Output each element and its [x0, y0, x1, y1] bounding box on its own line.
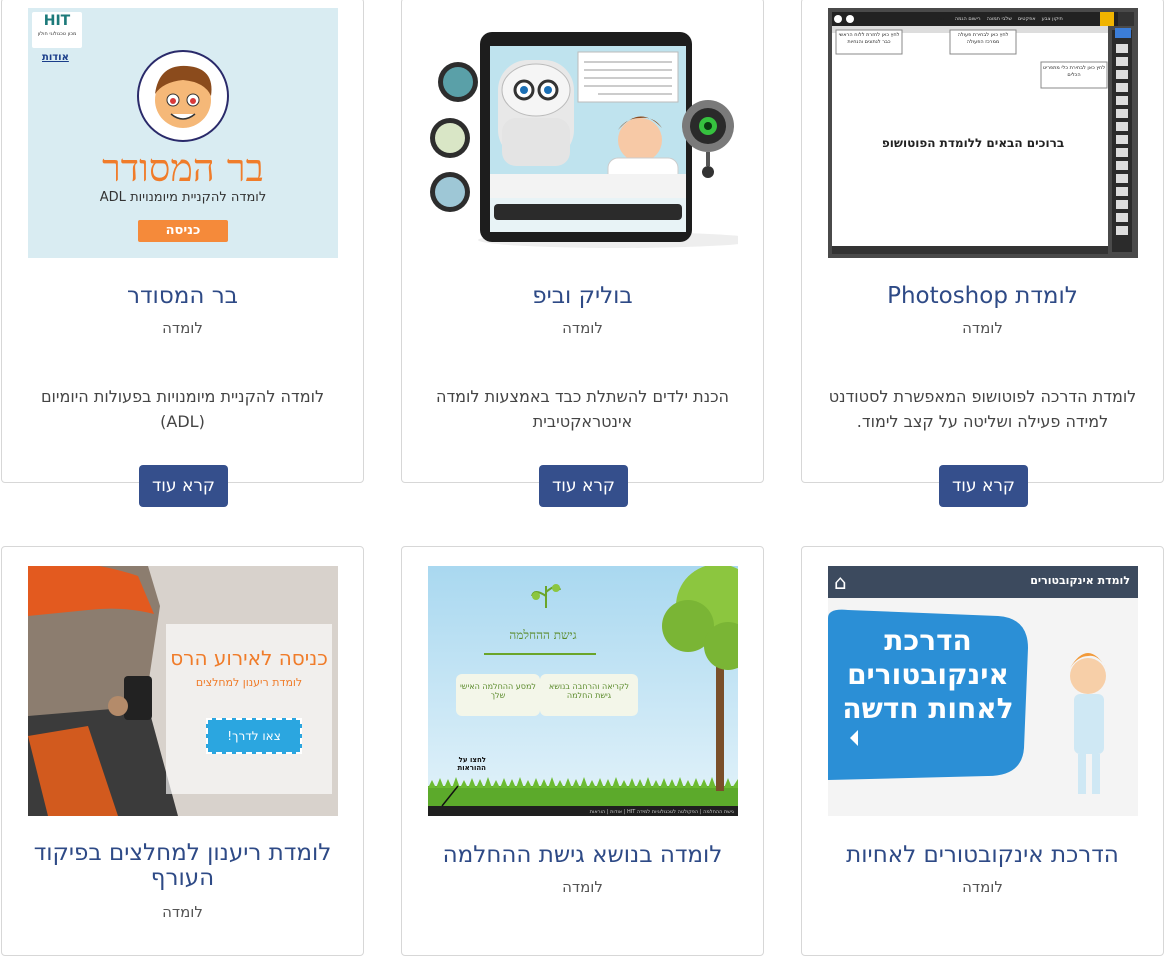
course-type: לומדה: [962, 319, 1003, 337]
recovery-journey-box[interactable]: למסע ההחלמה האישי שלך: [456, 674, 540, 716]
tab-drawing: רישום הגמה: [954, 16, 981, 22]
home-icon[interactable]: ⌂: [834, 570, 847, 594]
course-thumbnail[interactable]: ברוכים הבאים ללומדת הפוטושופ ראשי רישום …: [828, 8, 1138, 258]
hit-logo-subtext: מכון טכנולוגי חולון: [37, 31, 77, 37]
rescue-subheading: לומדת ריענון למחלצים: [195, 676, 303, 689]
robot-tablet-image: [430, 32, 738, 248]
course-card-bolik-bip: בוליק וביפ לומדה הכנת ילדים להשתלת כבד ב…: [401, 0, 764, 507]
course-card-photoshop: ברוכים הבאים ללומדת הפוטושופ ראשי רישום …: [801, 0, 1164, 507]
tab-main: ראשי: [938, 16, 949, 22]
bar-hamesudar-heading: בר המסודר: [102, 146, 264, 190]
course-type: לומדה: [962, 878, 1003, 896]
course-title[interactable]: בוליק וביפ: [402, 282, 763, 310]
course-card-rescue: כניסה לאירוע הרס לומדת ריענון למחלצים צא…: [1, 546, 364, 956]
recovery-reading-box[interactable]: לקריאה והרחבה בנושא גישת החלמה: [540, 674, 638, 716]
rescue-start-button[interactable]: צאו לדרך!: [206, 718, 302, 754]
instructions-hint: לחצו על ההוראות: [457, 756, 486, 772]
read-more-button[interactable]: קרא עוד: [539, 465, 628, 507]
course-title[interactable]: בר המסודר: [2, 282, 363, 310]
callout-3: לחץ כאן לבחירת כלי מתפריט הכלים: [1042, 65, 1106, 78]
course-description: לומדת הדרכה לפוטושופ המאפשרת לסטודנט למי…: [828, 387, 1137, 431]
recovery-footer: גישת ההחלמה | הפקולטה לטכנולוגיות למידה …: [589, 809, 734, 815]
course-card-bar-hamesudar: HIT מכון טכנולוגי חולון אודות בר המסודר …: [1, 0, 364, 507]
read-more-button[interactable]: קרא עוד: [939, 465, 1028, 507]
incubator-heading-line-1: הדרכת: [884, 624, 972, 657]
callout-1: לחץ כאן לחזרת ללוח הראשי כבר לנתונים והנ…: [838, 32, 900, 45]
course-type: לומדה: [562, 319, 603, 337]
hit-logo-text: HIT: [43, 13, 71, 29]
incubator-heading-line-3: לאחות חדשה: [842, 692, 1014, 725]
course-thumbnail[interactable]: [428, 8, 738, 258]
rescue-info-panel: כניסה לאירוע הרס לומדת ריענון למחלצים צא…: [166, 624, 332, 794]
course-description: לומדה להקניית מיומנויות בפעולות היומיום …: [40, 387, 325, 431]
rescue-heading: כניסה לאירוע הרס: [170, 646, 328, 670]
incubator-header-bar: ⌂ לומדת אינקובטורים: [828, 566, 1138, 598]
read-more-button[interactable]: קרא עוד: [139, 465, 228, 507]
photoshop-tab-bar: ראשי רישום הגמה שלבי תמונה אפקטים תיקון …: [938, 13, 1118, 25]
course-title[interactable]: לומדת Photoshop: [802, 282, 1163, 310]
photoshop-welcome-heading: ברוכים הבאים ללומדת הפוטושופ: [881, 136, 1065, 150]
course-description: הכנת ילדים להשתלת כבד באמצעות לומדה אינט…: [435, 387, 730, 431]
tab-image-steps: שלבי תמונה: [986, 16, 1012, 22]
enter-button[interactable]: כניסה: [138, 220, 228, 242]
incubator-header-title: לומדת אינקובטורים: [1030, 574, 1130, 587]
course-title[interactable]: לומדה בנושא גישת ההחלמה: [402, 841, 763, 869]
bar-hamesudar-subheading: לומדה להקניית מיומנויות ADL: [99, 190, 267, 205]
tab-effects: אפקטים: [1017, 16, 1036, 22]
course-type: לומדה: [162, 319, 203, 337]
course-thumbnail[interactable]: גישת ההחלמה לקריאה והרחבה בנושא גישת החל…: [428, 566, 738, 816]
callout-2: לחץ כאן לבחירת פעולה ממרכז הפעולה: [957, 32, 1009, 45]
hit-logo: HIT מכון טכנולוגי חולון: [32, 12, 82, 48]
course-card-incubators: ⌂ לומדת אינקובטורים הדרכת אינקובטורים לא…: [801, 546, 1164, 956]
course-thumbnail[interactable]: ⌂ לומדת אינקובטורים הדרכת אינקובטורים לא…: [828, 566, 1138, 816]
incubator-heading-line-2: אינקובטורים: [847, 658, 1009, 691]
tab-color-fix: תיקון צבע: [1041, 16, 1063, 22]
course-type: לומדה: [162, 903, 203, 921]
boy-avatar-image: [137, 50, 229, 142]
course-type: לומדה: [562, 878, 603, 896]
course-title[interactable]: הדרכת אינקובטורים לאחיות: [802, 841, 1163, 869]
incubator-heading: הדרכת אינקובטורים לאחות חדשה: [828, 624, 1028, 726]
recovery-logo-text: גישת ההחלמה: [509, 628, 577, 642]
course-card-recovery: גישת ההחלמה לקריאה והרחבה בנושא גישת החל…: [401, 546, 764, 956]
course-title[interactable]: לומדת ריענון למחלצים בפיקוד העורף: [2, 841, 363, 891]
course-grid: ברוכים הבאים ללומדת הפוטושופ ראשי רישום …: [0, 0, 1165, 956]
course-thumbnail[interactable]: HIT מכון טכנולוגי חולון אודות בר המסודר …: [28, 8, 338, 258]
course-thumbnail[interactable]: כניסה לאירוע הרס לומדת ריענון למחלצים צא…: [28, 566, 338, 816]
about-link[interactable]: אודות: [42, 52, 69, 63]
